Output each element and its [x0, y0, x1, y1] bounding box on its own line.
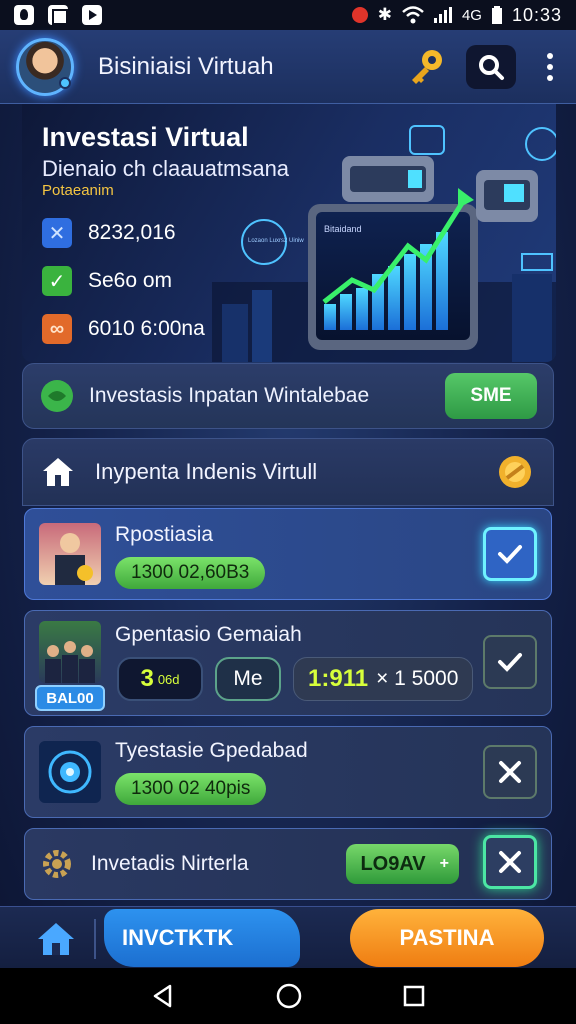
- hero-title: Investasi Virtual: [42, 122, 249, 152]
- coins-icon: [499, 456, 531, 488]
- stat-value: Se6o om: [88, 269, 173, 292]
- board-label: Bitaidand: [324, 224, 362, 234]
- shield-icon: [41, 380, 73, 412]
- item-thumbnail: [39, 621, 101, 683]
- gear-icon: [43, 850, 71, 878]
- hero-banner: Bitaidand Lozaon Luxrs2 Uiniw Investasi …: [22, 104, 556, 362]
- hero-subtitle: Dienaio ch claauatmsana: [42, 156, 290, 181]
- record-icon: [351, 7, 368, 23]
- chip-text: × 1 5000: [376, 667, 459, 690]
- bubble-text: Lozaon Luxrs2 Uiniw: [248, 238, 304, 244]
- play-icon: [82, 5, 102, 25]
- item-name: Tyestasie Gpedabad: [115, 739, 308, 762]
- item-chip[interactable]: Me: [215, 657, 281, 701]
- list-item[interactable]: Tyestasie Gpedabad 1300 02 40pis: [24, 726, 552, 818]
- item-thumbnail: [39, 523, 101, 585]
- item-value-pill: 1300 02 40pis: [115, 773, 267, 805]
- status-bar: ✱ 4G 10:33: [0, 0, 576, 30]
- cross-icon: ✕: [42, 218, 72, 248]
- app-title: Bisiniaisi Virtuah: [98, 52, 274, 80]
- check-icon: [498, 545, 522, 564]
- check-icon: ✓: [42, 266, 72, 296]
- item-checkbox[interactable]: [483, 835, 537, 889]
- stat-row: ✕ 8232,016: [42, 218, 176, 248]
- tab-secondary[interactable]: PASTINA: [350, 909, 544, 967]
- stat-row: ✓ Se6o om: [42, 266, 172, 296]
- avatar[interactable]: [16, 37, 74, 96]
- section-title: Inypenta Indenis Virtull: [95, 459, 318, 484]
- bottom-navigation: INVCTKTK PASTINA: [0, 906, 576, 968]
- close-icon: [499, 761, 521, 783]
- item-thumbnail: [39, 741, 101, 803]
- home-lock-icon: [43, 458, 73, 486]
- trading-illustration: Bitaidand Lozaon Luxrs2 Uiniw: [212, 125, 556, 362]
- stat-value: 8232,016: [88, 221, 176, 244]
- image-icon: [48, 5, 68, 25]
- section-header: Inypenta Indenis Virtull: [22, 438, 554, 506]
- network-type: 4G: [461, 6, 482, 24]
- item-chip[interactable]: 3 06d: [117, 657, 203, 701]
- item-badge: BAL00: [35, 685, 105, 711]
- promo-card[interactable]: Investasis Inpatan Wintalebae SME: [22, 363, 554, 429]
- key-icon: [412, 49, 442, 84]
- check-icon: [498, 653, 522, 672]
- plus-icon: +: [439, 855, 449, 872]
- link-icon: ∞: [42, 314, 72, 344]
- item-value-pill: 1300 02,60B3: [115, 557, 266, 589]
- chip-accent-value: 1:911: [308, 665, 369, 692]
- signal-icon: [433, 7, 452, 23]
- recents-icon[interactable]: [402, 984, 426, 1008]
- list-item[interactable]: Invetadis Nirterla LO9AV +: [24, 828, 552, 900]
- flame-icon: [14, 5, 34, 25]
- wifi-icon: [402, 6, 424, 24]
- item-chip[interactable]: 1:911 × 1 5000: [293, 657, 474, 701]
- hero-tag: Potaeanim: [42, 182, 114, 199]
- close-icon: [499, 851, 521, 873]
- battery-icon: [491, 6, 502, 24]
- back-icon[interactable]: [150, 983, 176, 1009]
- level-button[interactable]: LO9AV +: [346, 844, 459, 884]
- item-name: Rpostiasia: [115, 523, 214, 546]
- more-menu-button[interactable]: [540, 52, 560, 81]
- stat-row: ∞ 6010 6:00na: [42, 314, 205, 344]
- item-name: Invetadis Nirterla: [91, 852, 249, 875]
- level-label: LO9AV: [360, 852, 426, 875]
- save-button[interactable]: SME: [445, 373, 537, 419]
- list-item[interactable]: Rpostiasia 1300 02,60B3: [24, 508, 552, 600]
- more-vertical-icon: [547, 52, 553, 59]
- chip-small: 06d: [157, 671, 180, 687]
- home-icon: [38, 923, 74, 955]
- item-name: Gpentasio Gemaiah: [115, 623, 302, 646]
- search-button[interactable]: [466, 44, 516, 89]
- online-indicator: [59, 76, 71, 89]
- system-navigation: [0, 968, 576, 1024]
- tab-primary[interactable]: INVCTKTK: [104, 909, 300, 967]
- app-header: Bisiniaisi Virtuah: [0, 30, 576, 104]
- item-checkbox[interactable]: [483, 527, 537, 581]
- search-icon: [479, 54, 504, 80]
- item-checkbox[interactable]: [483, 635, 537, 689]
- chip-number: 3: [140, 665, 154, 692]
- key-button[interactable]: [404, 45, 448, 89]
- home-button[interactable]: [36, 921, 76, 957]
- item-checkbox[interactable]: [483, 745, 537, 799]
- nav-divider: [94, 919, 96, 959]
- promo-text: Investasis Inpatan Wintalebae: [89, 384, 370, 407]
- clock: 10:33: [511, 4, 562, 25]
- bluetooth-icon: ✱: [377, 5, 392, 24]
- list-item[interactable]: BAL00 Gpentasio Gemaiah 3 06d Me 1:911 ×…: [24, 610, 552, 716]
- home-circle-icon[interactable]: [275, 982, 303, 1010]
- stat-value: 6010 6:00na: [88, 317, 205, 340]
